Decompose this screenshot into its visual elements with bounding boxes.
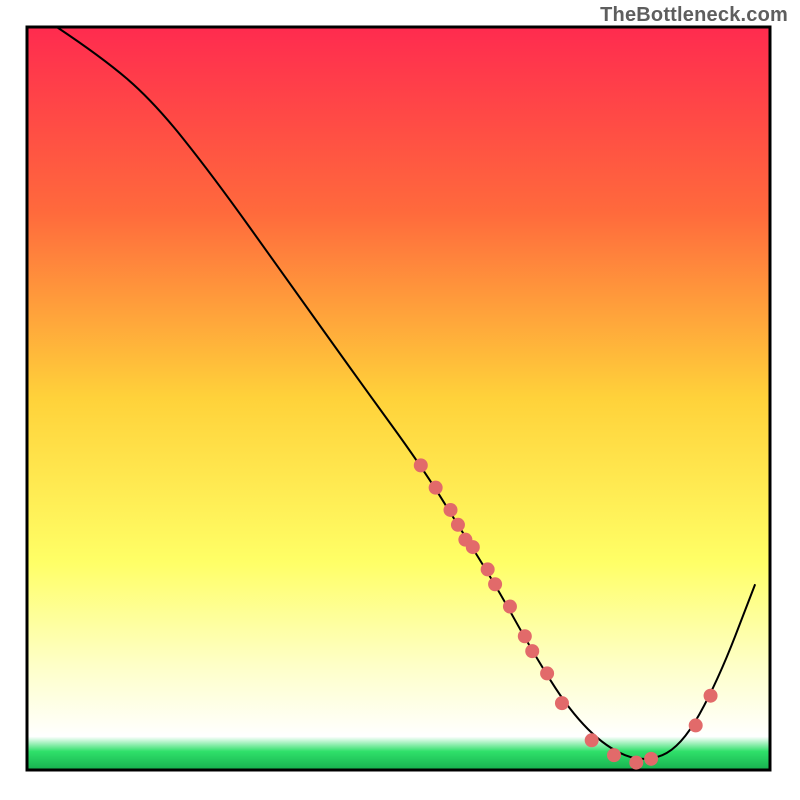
marker-dot — [540, 666, 554, 680]
marker-dot — [518, 629, 532, 643]
marker-dot — [607, 748, 621, 762]
marker-dot — [644, 752, 658, 766]
marker-dot — [503, 600, 517, 614]
marker-dot — [444, 503, 458, 517]
marker-dot — [429, 481, 443, 495]
marker-dot — [525, 644, 539, 658]
marker-dot — [451, 518, 465, 532]
marker-dot — [555, 696, 569, 710]
marker-dot — [414, 458, 428, 472]
marker-dot — [704, 689, 718, 703]
marker-dot — [488, 577, 502, 591]
chart-svg — [0, 0, 800, 800]
marker-dot — [689, 718, 703, 732]
plot-background — [27, 27, 770, 770]
marker-dot — [466, 540, 480, 554]
chart-stage: TheBottleneck.com — [0, 0, 800, 800]
marker-dot — [481, 562, 495, 576]
marker-dot — [585, 733, 599, 747]
marker-dot — [629, 756, 643, 770]
